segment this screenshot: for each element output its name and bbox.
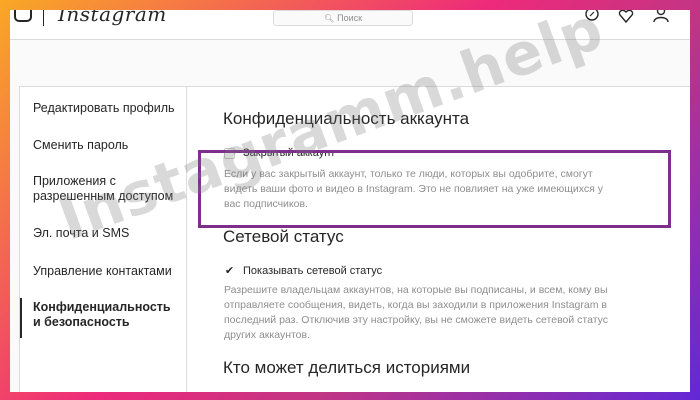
- activity-status-label: Показывать сетевой статус: [243, 264, 383, 277]
- private-account-label: Закрытый аккаунт: [243, 147, 336, 159]
- settings-content: Конфиденциальность аккаунта Закрытый акк…: [188, 87, 690, 392]
- screenshot-area: Instagram 🔍︎ Поиск Редактировать профиль …: [10, 10, 690, 392]
- checkmark-icon[interactable]: ✔: [224, 264, 235, 277]
- top-navigation-bar: Instagram 🔍︎ Поиск: [10, 10, 690, 40]
- sidebar-item-edit-profile[interactable]: Редактировать профиль: [33, 101, 178, 116]
- private-account-checkbox[interactable]: [224, 147, 235, 159]
- profile-icon[interactable]: [653, 10, 669, 26]
- activity-status-heading: Сетевой статус: [223, 227, 344, 246]
- private-account-description: Если у вас закрытый аккаунт, только те л…: [224, 168, 603, 210]
- logo-divider: [43, 10, 44, 26]
- sidebar-item-email-sms[interactable]: Эл. почта и SMS: [33, 226, 178, 241]
- search-icon: 🔍︎: [323, 14, 335, 23]
- sidebar-item-authorized-apps[interactable]: Приложения с разрешенным доступом: [33, 174, 178, 204]
- instagram-logo[interactable]: Instagram: [58, 10, 167, 26]
- settings-sidebar: Редактировать профиль Сменить пароль При…: [20, 87, 187, 392]
- sidebar-item-privacy-security[interactable]: Конфиденциальность и безопасность: [20, 298, 178, 338]
- compass-icon[interactable]: [584, 10, 600, 26]
- sidebar-item-change-password[interactable]: Сменить пароль: [33, 138, 178, 153]
- activity-status-description: Разрешите владельцам аккаунтов, на котор…: [224, 284, 609, 341]
- instagram-camera-icon[interactable]: [14, 10, 32, 22]
- story-sharing-heading: Кто может делиться историями: [223, 358, 471, 377]
- private-account-row[interactable]: Закрытый аккаунт: [224, 147, 335, 159]
- heart-icon[interactable]: [618, 10, 634, 26]
- sidebar-item-manage-contacts[interactable]: Управление контактами: [33, 264, 178, 279]
- activity-status-row[interactable]: ✔ Показывать сетевой статус: [224, 264, 383, 278]
- account-privacy-heading: Конфиденциальность аккаунта: [223, 109, 470, 128]
- search-placeholder: Поиск: [337, 13, 363, 23]
- search-input[interactable]: 🔍︎ Поиск: [273, 10, 413, 26]
- settings-panel: Редактировать профиль Сменить пароль При…: [19, 86, 690, 392]
